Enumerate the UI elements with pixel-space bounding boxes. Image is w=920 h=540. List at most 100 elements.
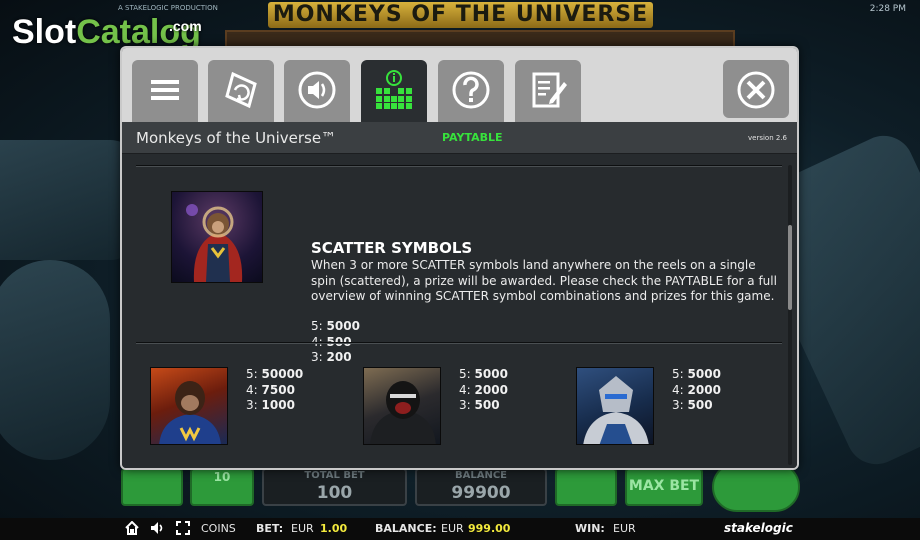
symbol-gorilla-warrior-pays: 5: 5000 4: 2000 3: 500	[459, 367, 508, 414]
dialog-tab-bar	[122, 48, 797, 122]
pay-count: 5:	[459, 367, 471, 381]
fullscreen-icon[interactable]	[176, 521, 190, 535]
notepad-edit-icon	[532, 72, 567, 108]
paytable-dialog: Monkeys of the Universe™ PAYTABLE versio…	[120, 46, 799, 470]
pay-value: 1000	[261, 398, 295, 412]
pay-count: 3:	[246, 398, 258, 412]
stakelogic-logo: stakelogic	[724, 521, 793, 535]
pay-value: 500	[474, 398, 500, 412]
pay-row: 4: 7500	[246, 383, 303, 399]
bet-currency: EUR	[291, 522, 314, 535]
scrollbar-thumb[interactable]	[788, 225, 792, 310]
section-title: PAYTABLE	[442, 131, 503, 144]
balance-value-behind: 99900	[451, 483, 511, 503]
total-bet-box-behind: TOTAL BET 100	[262, 468, 407, 506]
pay-count: 5:	[311, 319, 323, 333]
version-label: version 2.6	[748, 134, 787, 142]
armored-monkey-figure	[583, 376, 649, 444]
balance-label-behind: BALANCE	[454, 470, 507, 481]
game-logo: MONKEYS OF THE UNIVERSE	[268, 2, 653, 28]
menu-button-behind	[121, 468, 183, 506]
pay-row: 3: 200	[311, 350, 360, 366]
pay-value: 5000	[326, 319, 360, 333]
tab-menu[interactable]	[132, 60, 198, 122]
scatter-monkey-figure	[186, 204, 243, 282]
pay-value: 50000	[261, 367, 304, 381]
win-label: WIN:	[575, 522, 605, 535]
sound-icon[interactable]	[150, 521, 164, 535]
pay-value: 200	[326, 350, 352, 364]
autoplay-settings-icon	[225, 71, 257, 109]
pay-row: 3: 500	[672, 398, 721, 414]
pay-count: 4:	[246, 382, 258, 397]
pay-row: 3: 1000	[246, 398, 303, 414]
pay-value: 2000	[474, 382, 508, 397]
pay-count: 4:	[459, 382, 471, 397]
pay-count: 5:	[246, 367, 258, 381]
divider-middle	[136, 342, 782, 344]
speaker-icon	[298, 71, 336, 109]
win-currency: EUR	[613, 522, 636, 535]
balance-label: BALANCE:	[375, 522, 437, 535]
bet-label: BET:	[256, 522, 284, 535]
chimp-captain-figure	[159, 381, 221, 444]
pay-count: 3:	[311, 350, 323, 364]
producer-credit: A STAKELOGIC PRODUCTION	[118, 4, 218, 12]
bg-spaceship-left	[0, 140, 140, 260]
tab-autoplay[interactable]	[208, 60, 274, 122]
watermark-com: .com	[169, 18, 202, 34]
scatter-description: When 3 or more SCATTER symbols land anyw…	[311, 258, 777, 303]
clock: 2:28 PM	[869, 4, 906, 14]
pay-row: 5: 5000	[459, 367, 508, 383]
balance-value: 999.00	[468, 522, 511, 535]
symbol-chimp-captain-image	[150, 367, 228, 445]
scatter-heading: SCATTER SYMBOLS	[311, 239, 473, 257]
content-scrollbar[interactable]	[788, 165, 792, 465]
max-bet-button-behind: MAX BET	[625, 468, 703, 506]
autoplay-button-behind	[555, 468, 617, 506]
pay-row: 4: 2000	[672, 383, 721, 399]
tab-paytable[interactable]	[361, 60, 427, 122]
tab-sound[interactable]	[284, 60, 350, 122]
lines-button-behind: 10	[190, 468, 254, 506]
watermark-slot: Slot	[12, 13, 77, 51]
max-bet-label: MAX BET	[628, 478, 700, 494]
game-title: Monkeys of the Universe™	[136, 129, 337, 147]
close-button[interactable]	[723, 60, 789, 118]
dialog-title-bar: Monkeys of the Universe™ PAYTABLE versio…	[122, 122, 797, 154]
pay-value: 2000	[687, 382, 721, 397]
pay-value: 500	[687, 398, 713, 412]
pay-row: 4: 2000	[459, 383, 508, 399]
symbol-armored-monkey-pays: 5: 5000 4: 2000 3: 500	[672, 367, 721, 414]
divider-top	[136, 165, 782, 167]
pay-value: 7500	[261, 382, 295, 397]
paytable-content[interactable]: SCATTER SYMBOLS When 3 or more SCATTER s…	[122, 155, 797, 468]
pay-row: 5: 50000	[246, 367, 303, 383]
pay-row: 5: 5000	[672, 367, 721, 383]
lines-value: 10	[213, 470, 231, 484]
home-icon[interactable]	[125, 521, 139, 535]
coins-toggle[interactable]: COINS	[201, 522, 236, 535]
pay-count: 4:	[672, 382, 684, 397]
symbol-chimp-captain-pays: 5: 50000 4: 7500 3: 1000	[246, 367, 303, 414]
close-x-icon	[737, 71, 775, 109]
tab-help[interactable]	[438, 60, 504, 122]
info-paytable-icon	[376, 70, 412, 109]
pay-row: 3: 500	[459, 398, 508, 414]
scatter-symbol-image	[171, 191, 263, 283]
balance-currency: EUR	[441, 522, 464, 535]
pay-row: 5: 5000	[311, 319, 360, 335]
gorilla-warrior-figure	[370, 381, 436, 444]
pay-count: 3:	[672, 398, 684, 412]
hamburger-menu-icon	[151, 80, 179, 100]
total-bet-label: TOTAL BET	[304, 470, 365, 481]
pay-value: 5000	[474, 367, 508, 381]
symbol-armored-monkey-image	[576, 367, 654, 445]
tab-history[interactable]	[515, 60, 581, 122]
balance-box-behind: BALANCE 99900	[415, 468, 547, 506]
question-icon	[452, 71, 490, 109]
pay-value: 5000	[687, 367, 721, 381]
total-bet-value: 100	[316, 483, 353, 503]
symbol-gorilla-warrior-image	[363, 367, 441, 445]
bg-astronaut-silhouette	[0, 260, 110, 460]
